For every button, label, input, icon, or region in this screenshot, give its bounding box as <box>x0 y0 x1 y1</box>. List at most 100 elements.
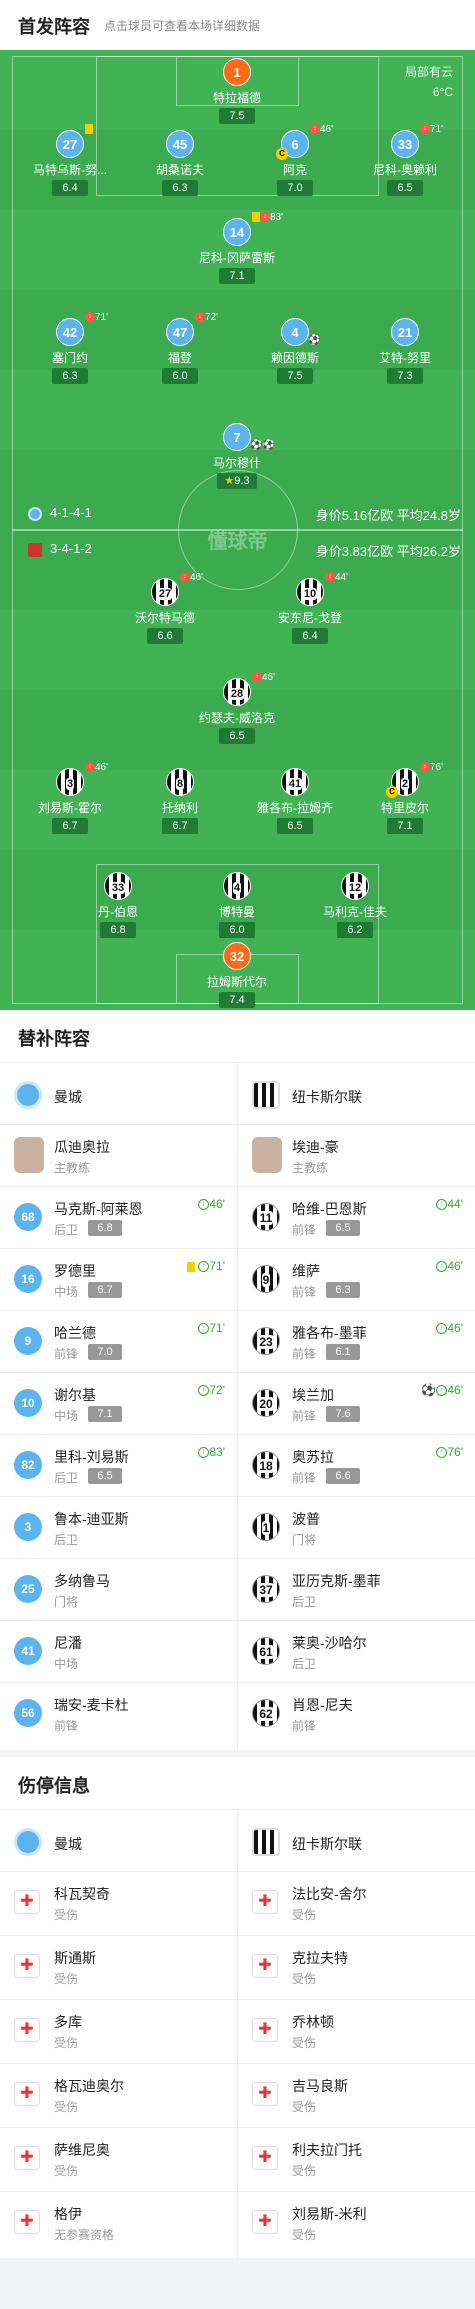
injured-player[interactable]: ✚ 吉马良斯 受伤 <box>238 2064 475 2126</box>
yellow-card-icon <box>187 1261 196 1272</box>
home-player[interactable]: 47 福登 6.0 ↓ 72' <box>125 312 235 398</box>
away-coach[interactable]: 埃迪-豪 主教练 <box>238 1125 475 1187</box>
sub-player[interactable]: 1 波普 门将 <box>238 1497 475 1559</box>
player-position: 前锋 <box>292 1719 317 1733</box>
injury-row: ✚ 格瓦迪奥尔 受伤 ✚ 吉马良斯 受伤 <box>0 2063 475 2127</box>
away-player[interactable]: 12 马利克-佳夫 6.2 <box>300 872 410 952</box>
away-player[interactable]: 27 沃尔特马德 6.6 ↓ 46' <box>110 572 220 658</box>
home-player[interactable]: 21 艾特-努里 7.3 <box>350 318 460 398</box>
sub-player[interactable]: 68 马克斯-阿莱恩 后卫 6.8 ↑ 46' <box>0 1187 237 1249</box>
sub-off-icon: ↓ <box>85 762 95 773</box>
player-position: 前锋 <box>292 1285 317 1299</box>
away-player[interactable]: 41 雅各布-拉姆齐 6.5 <box>240 768 350 848</box>
away-formation: 3-4-1-2 <box>28 541 92 557</box>
sub-player[interactable]: 10 谢尔基 中场 7.1 ↑ 72' <box>0 1373 237 1435</box>
home-player[interactable]: 42 塞门约 6.3 ↓ 71' <box>15 312 125 398</box>
injured-player[interactable]: ✚ 斯通斯 受伤 <box>0 1936 237 1998</box>
sub-player[interactable]: 37 亚历克斯-墨菲 后卫 <box>238 1559 475 1621</box>
sub-off-icon: ↓ <box>420 124 430 135</box>
injured-player[interactable]: ✚ 萨维尼奥 受伤 <box>0 2128 237 2190</box>
sub-off-event: ↓ 46' <box>180 572 203 583</box>
injured-player[interactable]: ✚ 乔林顿 受伤 <box>238 2000 475 2062</box>
player-rating: 7.3 <box>387 368 423 384</box>
sub-off-icon: ↓ <box>85 312 95 323</box>
sub-player[interactable]: 25 多纳鲁马 门将 <box>0 1559 237 1621</box>
player-rating: 6.4 <box>292 628 328 644</box>
sub-player[interactable]: 9 哈兰德 前锋 7.0 ↑ 71' <box>0 1311 237 1373</box>
injured-player[interactable]: ✚ 格伊 无参赛资格 <box>0 2192 237 2254</box>
player-number: 4 <box>281 318 309 346</box>
home-player[interactable]: 45 胡桑诺夫 6.3 <box>125 130 235 210</box>
player-number: 37 <box>252 1575 280 1603</box>
away-player[interactable]: 3 刘易斯-霍尔 6.7 ↓ 46' <box>15 762 125 848</box>
sub-row: 56 瑞安-麦卡杜前锋 62 肖恩-尼夫 前锋 <box>0 1682 475 1744</box>
home-player[interactable]: 1 特拉福德 7.5 <box>182 58 292 138</box>
sub-player[interactable]: 56 瑞安-麦卡杜 前锋 <box>0 1683 237 1745</box>
injured-player[interactable]: ✚ 刘易斯-米利 受伤 <box>238 2192 475 2254</box>
player-number: 41 <box>14 1637 42 1665</box>
sub-player[interactable]: 16 罗德里 中场 6.7 ↑ 71' <box>0 1249 237 1311</box>
player-name: 托纳利 <box>161 801 198 815</box>
player-rating: 7.0 <box>88 1344 122 1360</box>
player-position: 后卫 <box>292 1595 317 1609</box>
player-number: 10 <box>14 1389 42 1417</box>
away-player[interactable]: 2 特里皮尔 7.1 ↓ 76' C <box>350 762 460 848</box>
player-rating: 6.5 <box>88 1468 122 1484</box>
player-number: 42 <box>56 318 84 346</box>
sub-player[interactable]: 3 鲁本-迪亚斯 后卫 <box>0 1497 237 1559</box>
home-player[interactable]: 7 马尔穆什 ★9.3 ⚽⚽ <box>182 423 292 503</box>
sub-player[interactable]: 11 哈维-巴恩斯 前锋 6.5 ↑ 44' <box>238 1187 475 1249</box>
away-player[interactable]: 8 托纳利 6.7 <box>125 768 235 848</box>
player-name: 瑞安-麦卡杜 <box>54 1697 129 1713</box>
player-name: 乔林顿 <box>292 2014 334 2030</box>
sub-on-icon: ↑ <box>436 1447 448 1459</box>
sub-on-icon: ↑ <box>436 1261 448 1273</box>
injured-player[interactable]: ✚ 利夫拉门托 受伤 <box>238 2128 475 2190</box>
home-player[interactable]: 4 赖因德斯 7.5 ⚽ <box>240 318 350 398</box>
sub-row: 25 多纳鲁马 门将 37 亚历克斯-墨菲 后卫 <box>0 1558 475 1620</box>
away-player[interactable]: 4 博特曼 6.0 <box>182 872 292 952</box>
away-player[interactable]: 28 约瑟夫-威洛克 6.5 ↓ 46' <box>182 672 292 758</box>
sub-player[interactable]: 62 肖恩-尼夫 前锋 <box>238 1683 475 1745</box>
injury-status: 受伤 <box>54 1972 79 1986</box>
player-rating: 6.3 <box>162 180 198 196</box>
home-player[interactable]: 33 尼科-奥赖利 6.5 ↓ 71' <box>350 124 460 210</box>
sub-player[interactable]: 18 奥苏拉 前锋 6.6 ↑ 76' <box>238 1435 475 1497</box>
away-player[interactable]: 33 丹-伯恩 6.8 <box>63 872 173 952</box>
injured-player[interactable]: ✚ 法比安-舍尔 受伤 <box>238 1872 475 1934</box>
sub-player[interactable]: 23 雅各布-墨菲 前锋 6.1 ↑ 46' <box>238 1311 475 1373</box>
player-name: 拉姆斯代尔 <box>206 975 267 989</box>
injured-player[interactable]: ✚ 格瓦迪奥尔 受伤 <box>0 2064 237 2126</box>
home-coach[interactable]: 瓜迪奥拉 主教练 <box>0 1125 237 1187</box>
sub-player[interactable]: 20 埃兰加 前锋 7.6 ⚽ ↑ 46' <box>238 1373 475 1435</box>
sub-player[interactable]: 82 里科-刘易斯 后卫 6.5 ↑ 83' <box>0 1435 237 1497</box>
sub-off-event: ↓ 44' <box>325 572 348 583</box>
player-position: 前锋 <box>292 1471 317 1485</box>
sub-player[interactable]: 61 莱奥-沙哈尔 后卫 <box>238 1621 475 1683</box>
player-name: 哈兰德 <box>54 1325 96 1341</box>
player-position: 中场 <box>54 1409 79 1423</box>
player-number: 32 <box>223 942 251 970</box>
away-player[interactable]: 32 拉姆斯代尔 7.4 <box>182 942 292 1010</box>
home-player[interactable]: 14 尼科-冈萨雷斯 7.1 ↓ 83' <box>182 212 292 298</box>
player-number: 9 <box>14 1327 42 1355</box>
sub-player[interactable]: 41 尼潘 中场 <box>0 1621 237 1683</box>
injured-player[interactable]: ✚ 多库 受伤 <box>0 2000 237 2062</box>
home-player[interactable]: 27 马特乌斯-努... 6.4 <box>15 124 125 210</box>
home-player[interactable]: 6 阿克 7.0 ↓ 46' C <box>240 124 350 210</box>
sub-on-icon: ↑ <box>436 1199 448 1211</box>
player-name: 罗德里 <box>54 1263 96 1279</box>
player-name: 艾特-努里 <box>379 351 431 365</box>
injured-player[interactable]: ✚ 科瓦契奇 受伤 <box>0 1872 237 1934</box>
player-name: 维萨 <box>292 1263 320 1279</box>
player-number: 27 <box>151 578 179 606</box>
injury-row: ✚ 萨维尼奥 受伤 ✚ 利夫拉门托 受伤 <box>0 2127 475 2191</box>
player-name: 里科-刘易斯 <box>54 1449 129 1465</box>
star-icon: ★ <box>224 475 235 487</box>
sub-player[interactable]: 9 维萨 前锋 6.3 ↑ 46' <box>238 1249 475 1311</box>
player-number: 56 <box>14 1699 42 1727</box>
away-player[interactable]: 10 安东尼-戈登 6.4 ↓ 44' <box>255 572 365 658</box>
player-number: 18 <box>252 1451 280 1479</box>
injury-status: 受伤 <box>54 2164 79 2178</box>
injured-player[interactable]: ✚ 克拉夫特 受伤 <box>238 1936 475 1998</box>
